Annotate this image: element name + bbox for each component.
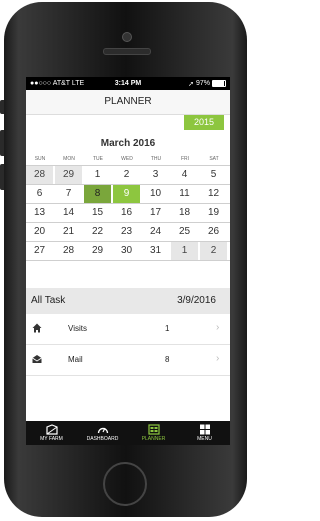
selected-date: 3/9/2016 xyxy=(177,295,216,306)
calendar-day[interactable]: 17 xyxy=(142,204,169,222)
nav-title: PLANNER xyxy=(26,90,230,115)
calendar-day[interactable]: 31 xyxy=(142,242,169,260)
calendar-day[interactable]: 11 xyxy=(171,185,198,203)
calendar-day[interactable]: 22 xyxy=(84,223,111,241)
calendar-day[interactable]: 1 xyxy=(171,242,198,260)
calendar-day[interactable]: 1 xyxy=(84,166,111,184)
calendar-day[interactable]: 26 xyxy=(200,223,227,241)
weekday-label: FRI xyxy=(180,156,190,162)
volume-up-button xyxy=(0,130,4,156)
calendar-day[interactable]: 28 xyxy=(26,166,53,184)
home-icon xyxy=(32,323,42,333)
calendar-day-selected[interactable]: 9 xyxy=(113,185,140,203)
chevron-right-icon: › xyxy=(216,353,220,364)
app-screen: ●●○○○ AT&T LTE 3:14 PM ➚ 97% PLANNER 201… xyxy=(26,77,230,445)
task-count: 8 xyxy=(165,355,170,364)
calendar-day[interactable]: 6 xyxy=(26,185,53,203)
weekday-header: SUN MON TUE WED THU FRI SAT xyxy=(26,156,230,165)
camera-icon xyxy=(122,32,132,42)
speaker-grille xyxy=(103,48,151,55)
task-label: Mail xyxy=(68,355,83,364)
battery-icon xyxy=(212,80,226,87)
task-row-visits[interactable]: Visits 1 › xyxy=(26,314,230,345)
calendar-day[interactable]: 15 xyxy=(84,204,111,222)
calendar-day[interactable]: 29 xyxy=(55,166,82,184)
location-icon: ➚ xyxy=(188,80,194,88)
calendar-day[interactable]: 13 xyxy=(26,204,53,222)
calendar-day[interactable]: 2 xyxy=(200,242,227,260)
weekday-label: SUN xyxy=(34,156,46,162)
weekday-label: THU xyxy=(150,156,162,162)
phone-frame: ●●○○○ AT&T LTE 3:14 PM ➚ 97% PLANNER 201… xyxy=(4,2,247,517)
calendar-day[interactable]: 24 xyxy=(142,223,169,241)
all-task-title: All Task xyxy=(31,295,66,306)
calendar-day[interactable]: 12 xyxy=(200,185,227,203)
task-row-mail[interactable]: Mail 8 › xyxy=(26,345,230,376)
gauge-icon xyxy=(97,427,108,434)
tab-label: PLANNER xyxy=(141,436,166,442)
calendar-day[interactable]: 28 xyxy=(55,242,82,260)
calendar-day[interactable]: 30 xyxy=(113,242,140,260)
tab-menu[interactable]: MENU xyxy=(179,421,230,445)
tab-label: DASHBOARD xyxy=(86,436,119,442)
calendar-day[interactable]: 3 xyxy=(142,166,169,184)
calendar-day[interactable]: 5 xyxy=(200,166,227,184)
calendar-day[interactable]: 29 xyxy=(84,242,111,260)
home-button[interactable] xyxy=(103,462,147,506)
calendar-day[interactable]: 18 xyxy=(171,204,198,222)
weekday-label: TUE xyxy=(93,156,103,162)
calendar-day[interactable]: 19 xyxy=(200,204,227,222)
volume-down-button xyxy=(0,164,4,190)
tab-my-farm[interactable]: MY FARM xyxy=(26,421,77,445)
calendar-day[interactable]: 14 xyxy=(55,204,82,222)
calendar-day[interactable]: 2 xyxy=(113,166,140,184)
year-button[interactable]: 2015 xyxy=(184,115,224,130)
farm-icon xyxy=(45,424,58,435)
tab-bar: MY FARM DASHBOARD PLANNER MENU xyxy=(26,421,230,445)
tab-label: MY FARM xyxy=(40,436,63,442)
tab-planner[interactable]: PLANNER xyxy=(128,421,179,445)
calendar-day[interactable]: 4 xyxy=(171,166,198,184)
mute-switch xyxy=(0,100,4,114)
all-task-header: All Task 3/9/2016 xyxy=(26,288,230,314)
calendar-day[interactable]: 16 xyxy=(113,204,140,222)
grid-icon xyxy=(199,424,210,435)
calendar-day[interactable]: 20 xyxy=(26,223,53,241)
calendar-day[interactable]: 10 xyxy=(142,185,169,203)
status-right: ➚ 97% xyxy=(188,80,226,88)
weekday-label: WED xyxy=(121,156,133,162)
month-title: March 2016 xyxy=(100,138,156,149)
task-count: 1 xyxy=(165,324,170,333)
task-label: Visits xyxy=(68,324,87,333)
mail-icon xyxy=(32,355,42,363)
tab-label: MENU xyxy=(197,436,212,442)
calendar-day-today[interactable]: 8 xyxy=(84,185,111,203)
calendar-day[interactable]: 21 xyxy=(55,223,82,241)
weekday-label: SAT xyxy=(209,156,219,162)
status-bar: ●●○○○ AT&T LTE 3:14 PM ➚ 97% xyxy=(26,77,230,90)
planner-icon xyxy=(147,424,160,435)
weekday-label: MON xyxy=(63,156,75,162)
tab-dashboard[interactable]: DASHBOARD xyxy=(77,421,128,445)
calendar-day[interactable]: 23 xyxy=(113,223,140,241)
chevron-right-icon: › xyxy=(216,322,220,333)
battery-percent: 97% xyxy=(195,80,210,87)
calendar-day[interactable]: 25 xyxy=(171,223,198,241)
calendar-day[interactable]: 27 xyxy=(26,242,53,260)
calendar-day[interactable]: 7 xyxy=(55,185,82,203)
